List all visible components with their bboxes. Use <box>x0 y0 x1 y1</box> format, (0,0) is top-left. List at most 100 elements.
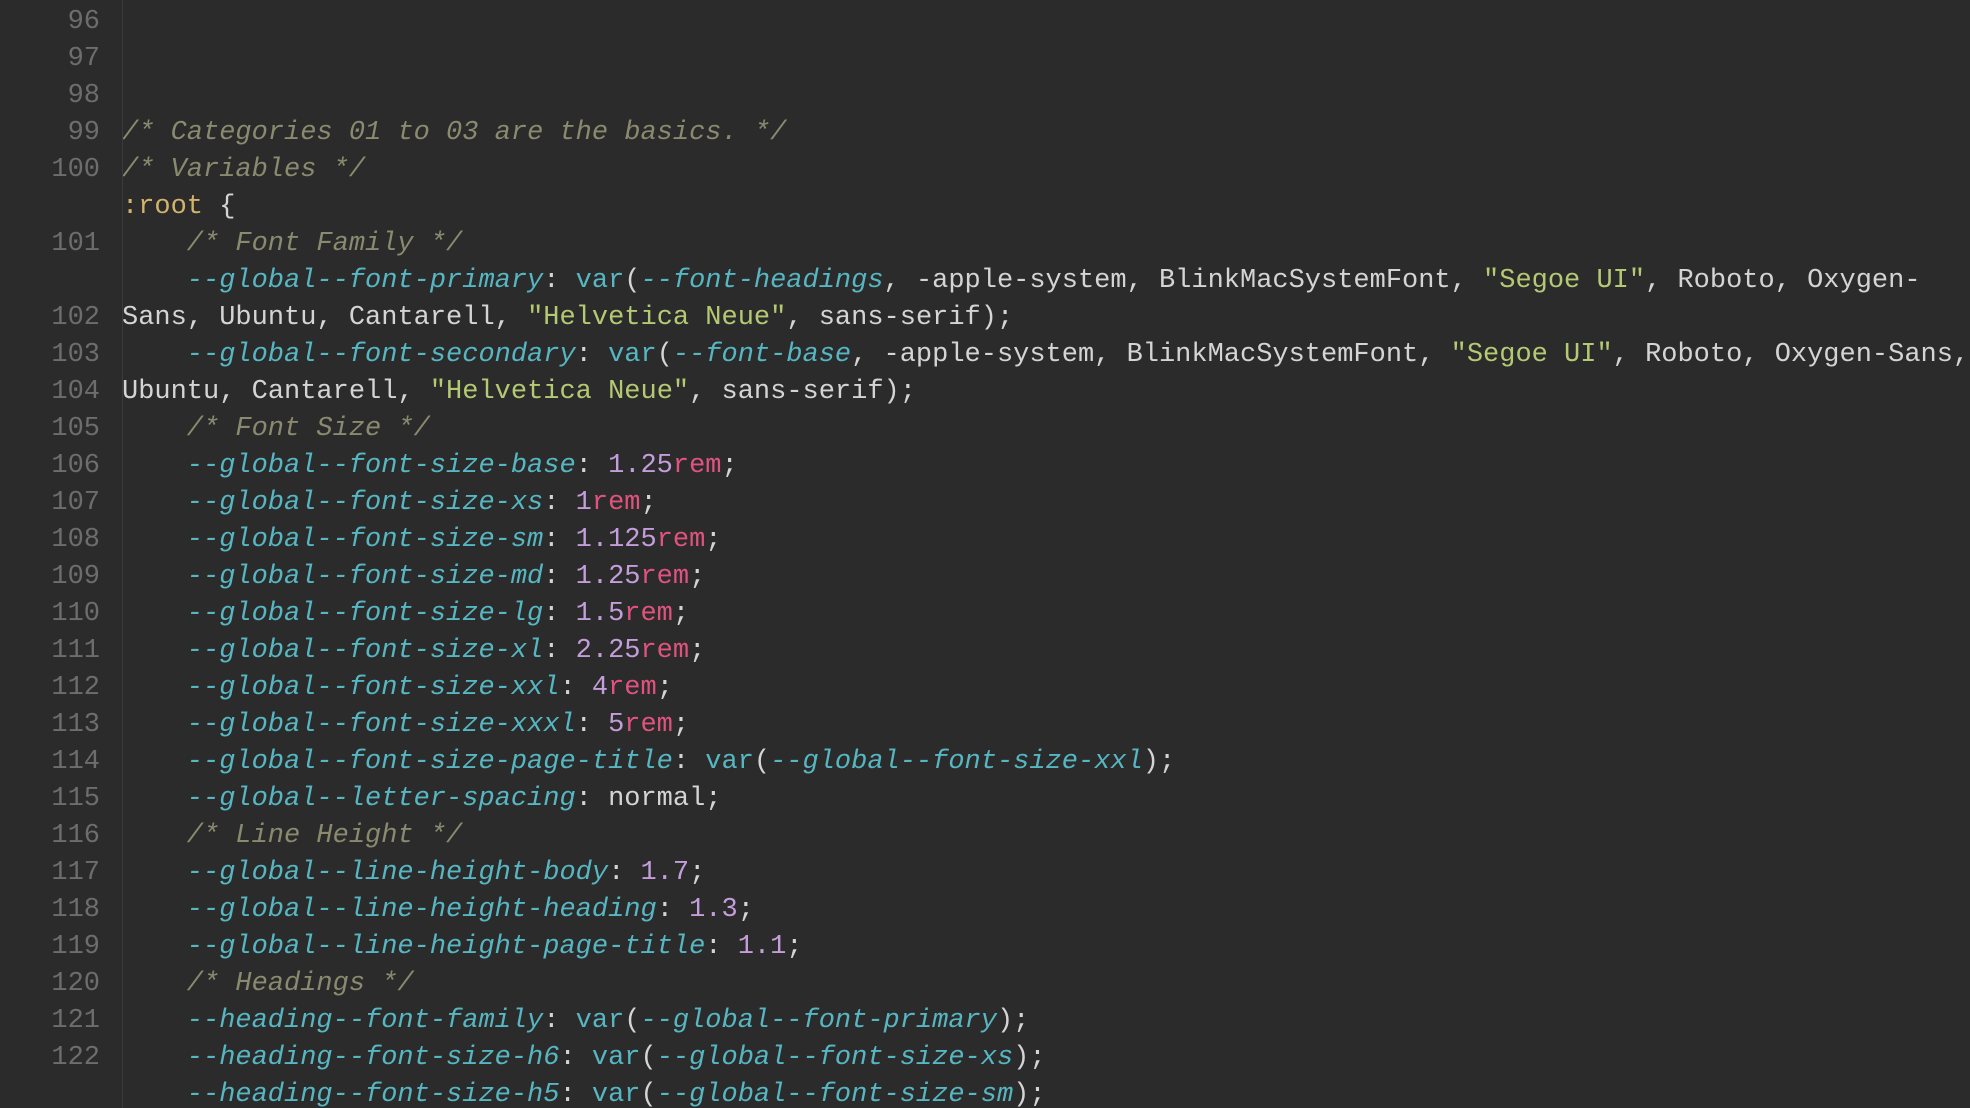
token-colon: : <box>657 895 673 925</box>
token-punc: ; <box>786 932 802 962</box>
token-colon: : <box>608 858 624 888</box>
code-line[interactable]: --heading--font-family: var(--global--fo… <box>122 1003 1970 1040</box>
code-line[interactable]: /* Font Family */ <box>122 226 1970 263</box>
token-punc: , <box>1613 340 1645 370</box>
code-line[interactable]: --heading--font-size-h5: var(--global--f… <box>122 1077 1970 1108</box>
indent-guide <box>122 0 123 1108</box>
token-default <box>576 673 592 703</box>
code-line[interactable]: /* Line Height */ <box>122 818 1970 855</box>
token-colon: : <box>576 340 592 370</box>
token-default <box>203 192 219 222</box>
token-string: "Helvetica Neue" <box>430 377 689 407</box>
token-comment: /* Font Size */ <box>187 414 430 444</box>
code-line[interactable]: --global--font-size-md: 1.25rem; <box>122 559 1970 596</box>
token-colon: : <box>673 747 689 777</box>
token-number: 1.7 <box>640 858 689 888</box>
token-unit: rem <box>640 562 689 592</box>
token-punc: ; <box>657 673 673 703</box>
token-punc: , <box>1094 340 1126 370</box>
token-number: 1.5 <box>576 599 625 629</box>
token-prop: --global--font-size-xxxl <box>187 710 576 740</box>
code-line[interactable]: --global--font-size-xl: 2.25rem; <box>122 633 1970 670</box>
line-number: 99 <box>10 115 100 152</box>
code-line[interactable]: --global--font-secondary: var(--font-bas… <box>122 337 1970 411</box>
code-line[interactable]: --global--font-size-base: 1.25rem; <box>122 448 1970 485</box>
token-func: var <box>592 1043 641 1073</box>
token-punc: , <box>851 340 883 370</box>
token-punc: ; <box>673 710 689 740</box>
line-number: 100 <box>10 152 100 189</box>
line-number: 105 <box>10 411 100 448</box>
token-ident: Ubuntu <box>219 303 316 333</box>
token-punc: , <box>397 377 429 407</box>
token-punc: ( <box>624 266 640 296</box>
token-punc: ; <box>689 636 705 666</box>
line-number: 104 <box>10 374 100 411</box>
token-punc: ; <box>1029 1043 1045 1073</box>
token-default <box>721 932 737 962</box>
code-line[interactable]: --global--font-size-xxxl: 5rem; <box>122 707 1970 744</box>
line-number: 102 <box>10 300 100 337</box>
line-number: 117 <box>10 855 100 892</box>
code-line[interactable]: :root { <box>122 189 1970 226</box>
token-unit: rem <box>673 451 722 481</box>
token-func: var <box>608 340 657 370</box>
token-ident: Roboto <box>1677 266 1774 296</box>
token-punc: ; <box>722 451 738 481</box>
token-punc: ; <box>900 377 916 407</box>
token-comment: /* Font Family */ <box>187 229 462 259</box>
code-line[interactable]: /* Categories 01 to 03 are the basics. *… <box>122 115 1970 152</box>
token-punc: ; <box>1159 747 1175 777</box>
token-unit: rem <box>624 710 673 740</box>
line-number: 112 <box>10 670 100 707</box>
token-ident: normal <box>608 784 705 814</box>
code-line[interactable]: --global--font-size-xs: 1rem; <box>122 485 1970 522</box>
token-default <box>559 636 575 666</box>
token-punc: ) <box>981 303 997 333</box>
token-colon: : <box>543 636 559 666</box>
token-default <box>559 525 575 555</box>
token-default <box>592 710 608 740</box>
token-comment: /* Variables */ <box>122 155 365 185</box>
line-number: 118 <box>10 892 100 929</box>
code-line[interactable]: --global--letter-spacing: normal; <box>122 781 1970 818</box>
code-line[interactable]: --global--font-primary: var(--font-headi… <box>122 263 1970 337</box>
token-func: var <box>705 747 754 777</box>
token-default <box>624 858 640 888</box>
code-line[interactable]: --global--font-size-xxl: 4rem; <box>122 670 1970 707</box>
token-ident: sans-serif <box>819 303 981 333</box>
code-line[interactable]: --global--font-size-page-title: var(--gl… <box>122 744 1970 781</box>
code-line[interactable]: --global--line-height-heading: 1.3; <box>122 892 1970 929</box>
token-default <box>559 562 575 592</box>
code-line[interactable]: --heading--font-size-h6: var(--global--f… <box>122 1040 1970 1077</box>
code-line[interactable]: /* Variables */ <box>122 152 1970 189</box>
token-prop: --global--font-size-sm <box>657 1080 1013 1108</box>
token-punc: , <box>1418 340 1450 370</box>
line-number: 97 <box>10 41 100 78</box>
code-editor[interactable]: 96979899100 101 102103104105106107108109… <box>0 0 1970 1108</box>
code-line[interactable]: /* Headings */ <box>122 966 1970 1003</box>
line-number: 114 <box>10 744 100 781</box>
code-line[interactable]: /* Font Size */ <box>122 411 1970 448</box>
token-func: var <box>592 1080 641 1108</box>
token-prop: --global--font-primary <box>187 266 543 296</box>
code-line[interactable]: --global--line-height-body: 1.7; <box>122 855 1970 892</box>
token-unit: rem <box>608 673 657 703</box>
token-punc: ; <box>705 525 721 555</box>
code-line[interactable]: --global--font-size-sm: 1.125rem; <box>122 522 1970 559</box>
token-func: var <box>576 1006 625 1036</box>
line-number: 108 <box>10 522 100 559</box>
token-prop: --global--font-size-md <box>187 562 543 592</box>
code-area[interactable]: /* Categories 01 to 03 are the basics. *… <box>118 0 1970 1108</box>
token-prop: --font-base <box>673 340 851 370</box>
token-prop: --global--line-height-heading <box>187 895 657 925</box>
token-colon: : <box>559 673 575 703</box>
token-colon: : <box>543 266 559 296</box>
code-line[interactable]: --global--line-height-page-title: 1.1; <box>122 929 1970 966</box>
token-colon: : <box>705 932 721 962</box>
line-number: 109 <box>10 559 100 596</box>
token-punc: , <box>786 303 818 333</box>
token-brace: { <box>219 192 235 222</box>
token-default <box>689 747 705 777</box>
code-line[interactable]: --global--font-size-lg: 1.5rem; <box>122 596 1970 633</box>
